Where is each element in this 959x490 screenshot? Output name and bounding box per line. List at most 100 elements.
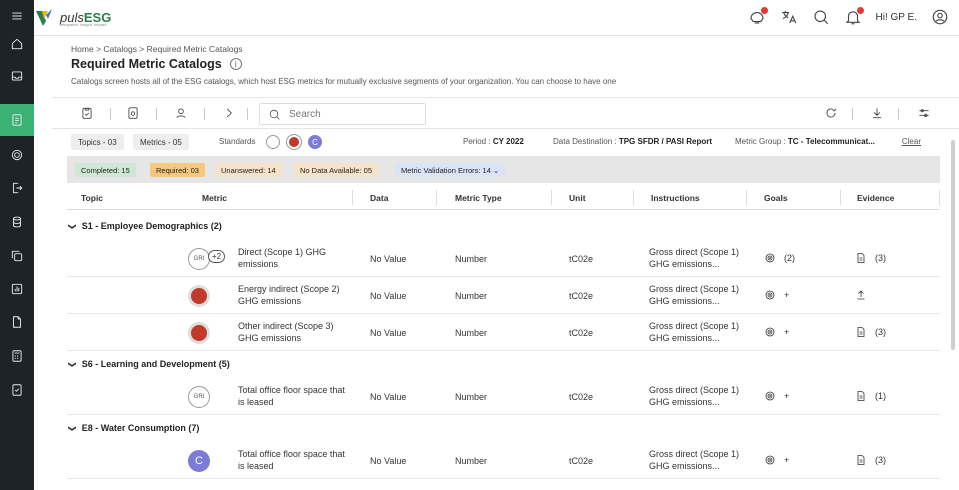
unit: tC02e (569, 291, 594, 301)
metric-name[interactable]: Other indirect (Scope 3) GHG emissions (238, 320, 348, 344)
table-row[interactable]: C Total office floor space that is leased… (67, 443, 940, 479)
evidence-count: (3) (875, 327, 886, 337)
rail-home[interactable] (0, 28, 34, 60)
inbox-icon (11, 71, 23, 81)
user-avatar-icon[interactable] (931, 8, 949, 26)
col-goals[interactable]: Goals (764, 193, 788, 203)
goal-target-icon (765, 290, 775, 300)
metric-name[interactable]: Direct (Scope 1) GHG emissions (238, 246, 348, 270)
goals-count: + (784, 455, 790, 465)
metric-group-filter[interactable]: Metric Group : TC - Telecommunicat... (735, 137, 875, 146)
breadcrumb: Home > Catalogs > Required Metric Catalo… (71, 44, 243, 54)
evidence-cell[interactable] (855, 289, 875, 301)
metric-type: Number (455, 291, 488, 301)
col-evidence[interactable]: Evidence (857, 193, 894, 203)
metric-name[interactable]: Total office floor space that is leased (238, 448, 348, 472)
rail-inbox[interactable] (0, 60, 34, 92)
col-topic[interactable]: Topic (81, 193, 103, 203)
metric-name[interactable]: Total office floor space that is leased (238, 384, 348, 408)
clipboard-check-icon[interactable] (80, 106, 94, 125)
col-metric[interactable]: Metric (202, 193, 227, 203)
col-data[interactable]: Data (370, 193, 388, 203)
rail-export[interactable] (0, 172, 34, 204)
rail-chart[interactable] (0, 273, 34, 305)
instructions: Gross direct (Scope 1) GHG emissions... (649, 321, 740, 343)
search-box[interactable] (259, 103, 426, 125)
evidence-cell[interactable]: (3) (855, 454, 886, 466)
evidence-cell[interactable]: (1) (855, 390, 886, 402)
alerts-icon[interactable] (748, 7, 768, 26)
no-data-chip[interactable]: No Data Available: 05 (294, 163, 378, 177)
people-icon[interactable] (174, 106, 188, 125)
user-greeting[interactable]: Hi! GP E. (876, 12, 918, 23)
translate-icon[interactable] (780, 8, 798, 26)
custom-standard-icon[interactable]: C (308, 135, 322, 149)
topics-count-pill[interactable]: Topics - 03 (71, 134, 124, 150)
unit: tC02e (569, 328, 594, 338)
search-input[interactable] (289, 108, 409, 120)
evidence-cell[interactable]: (3) (855, 252, 886, 264)
download-icon[interactable] (870, 106, 884, 125)
vertical-scrollbar[interactable] (951, 140, 955, 350)
rail-document[interactable] (0, 306, 34, 338)
unit: tC02e (569, 456, 594, 466)
rail-checklist[interactable] (0, 374, 34, 406)
period-filter[interactable]: Period : CY 2022 (463, 137, 524, 146)
metric-type: Number (455, 456, 488, 466)
topic-group-header[interactable]: ❯ S6 - Learning and Development (5) (67, 352, 940, 376)
metrics-count-pill[interactable]: Metrics - 05 (133, 134, 189, 150)
evidence-cell[interactable]: (3) (855, 326, 886, 338)
unit: tC02e (569, 254, 594, 264)
breadcrumb-home[interactable]: Home (71, 44, 94, 54)
filter-sliders-icon[interactable] (917, 106, 931, 125)
topic-group-header[interactable]: ❯ E8 - Water Consumption (7) (67, 416, 940, 440)
document-settings-icon[interactable] (126, 106, 140, 125)
more-standards-badge[interactable]: +2 (208, 250, 226, 263)
rail-calculator[interactable] (0, 340, 34, 372)
table-row[interactable]: Energy indirect (Scope 2) GHG emissions N… (67, 278, 940, 314)
breadcrumb-catalogs[interactable]: Catalogs (103, 44, 137, 54)
unanswered-chip[interactable]: Unanswered: 14 (215, 163, 282, 177)
completed-chip[interactable]: Completed: 15 (75, 163, 136, 177)
refresh-icon[interactable] (824, 106, 838, 125)
clear-filters-link[interactable]: Clear (902, 137, 921, 146)
upload-icon (857, 290, 865, 300)
brand-tagline: integrated. Insight. Impact. (60, 22, 108, 27)
chevron-down-icon[interactable]: ❯ (68, 223, 77, 230)
standards-label: Standards (219, 137, 256, 146)
chart-icon (11, 283, 23, 295)
metric-name[interactable]: Energy indirect (Scope 2) GHG emissions (238, 283, 348, 307)
evidence-count: (3) (875, 253, 886, 263)
table-row[interactable]: GRI +2 Direct (Scope 1) GHG emissions No Va… (67, 241, 940, 277)
search-icon (269, 109, 280, 120)
col-metric-type[interactable]: Metric Type (455, 193, 502, 203)
goals-cell[interactable]: + (764, 289, 789, 301)
col-instructions[interactable]: Instructions (651, 193, 700, 203)
table-row[interactable]: Other indirect (Scope 3) GHG emissions No… (67, 315, 940, 351)
rail-copy[interactable] (0, 240, 34, 272)
col-unit[interactable]: Unit (569, 193, 586, 203)
rail-database[interactable] (0, 206, 34, 238)
goals-cell[interactable]: + (764, 454, 789, 466)
document-icon (13, 316, 21, 328)
notifications-icon[interactable] (844, 7, 864, 26)
topic-group-header[interactable]: ❯ S1 - Employee Demographics (2) (67, 214, 940, 238)
pulsesg-logo-icon (34, 7, 54, 27)
rail-catalog[interactable] (0, 104, 34, 136)
goals-cell[interactable]: + (764, 326, 789, 338)
table-row[interactable]: GRI Total office floor space that is leas… (67, 379, 940, 415)
search-icon[interactable] (812, 8, 830, 26)
gri-standard-icon[interactable] (266, 135, 280, 149)
rail-target[interactable] (0, 139, 34, 171)
chevron-down-icon[interactable]: ❯ (68, 425, 77, 432)
chevron-down-icon[interactable]: ❯ (68, 361, 77, 368)
required-chip[interactable]: Required: 03 (150, 163, 205, 177)
destination-filter[interactable]: Data Destination : TPG SFDR / PASI Repor… (553, 137, 712, 146)
validation-errors-chip[interactable]: Metric Validation Errors: 14 ⌄ (395, 163, 506, 177)
goals-cell[interactable]: + (764, 390, 789, 402)
goals-cell[interactable]: (2) (764, 252, 795, 264)
sasb-standard-icon[interactable] (287, 135, 301, 149)
info-icon[interactable]: i (229, 58, 242, 70)
chevron-right-icon[interactable] (222, 106, 236, 125)
app-logo[interactable]: pulsESG integrated. Insight. Impact. (34, 7, 111, 27)
